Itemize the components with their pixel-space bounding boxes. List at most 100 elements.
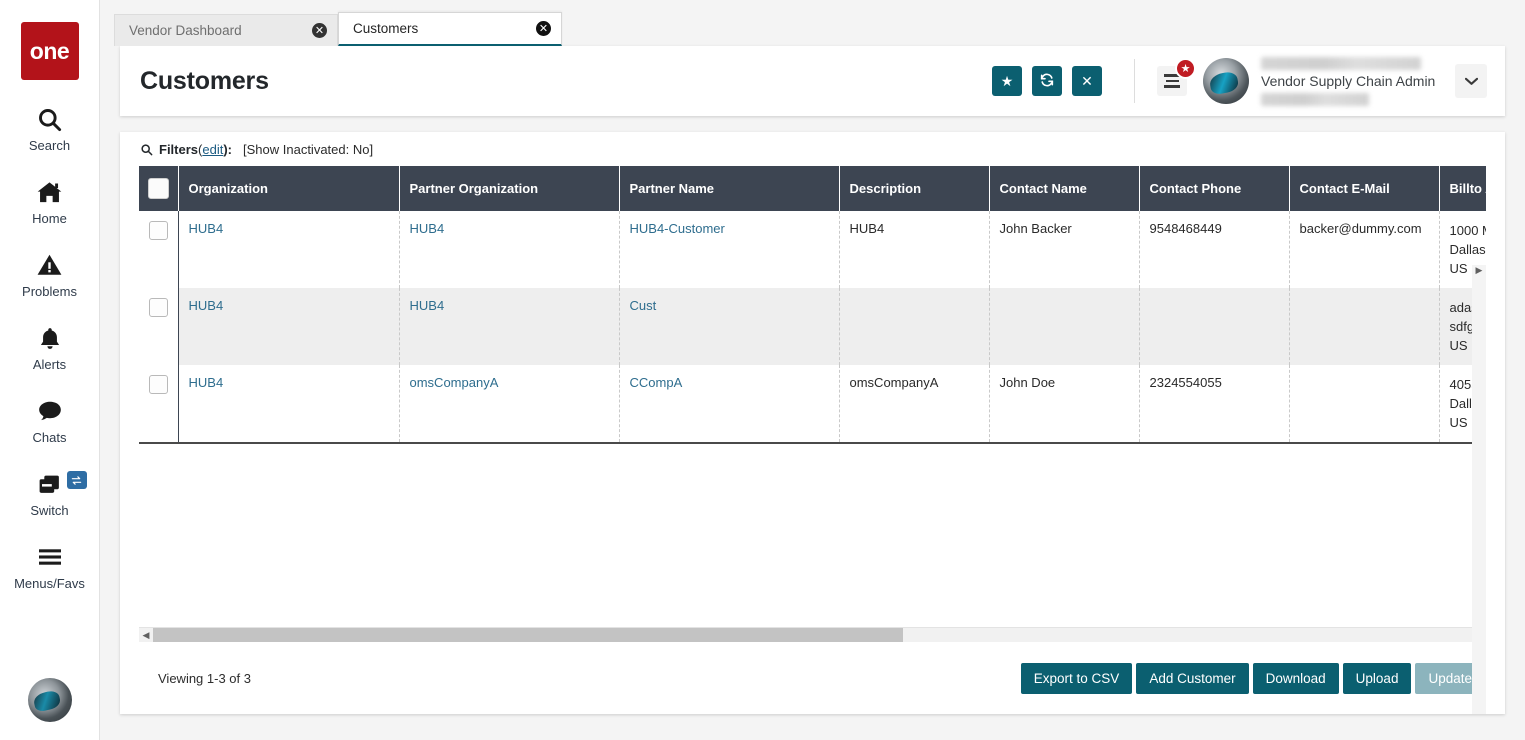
home-icon (35, 175, 64, 209)
row-checkbox[interactable] (148, 221, 168, 240)
scrollbar-thumb[interactable] (153, 628, 903, 642)
sidebar-item-search[interactable]: Search (0, 102, 100, 153)
add-customer-button[interactable]: Add Customer (1136, 662, 1249, 694)
customers-table: Organization Partner Organization Partne… (139, 166, 1486, 442)
sidebar-item-label: Problems (22, 284, 77, 299)
cell-organization: HUB4 (178, 288, 400, 365)
row-select-cell (139, 211, 179, 288)
cell-contact-phone: 9548468449 (1139, 211, 1290, 288)
upload-button[interactable]: Upload (1342, 662, 1412, 694)
tab-label: Customers (353, 21, 419, 36)
tab-vendor-dashboard[interactable]: Vendor Dashboard ✕ (114, 14, 338, 46)
download-button[interactable]: Download (1252, 662, 1339, 694)
table-row[interactable]: HUB4 HUB4 Cust adas sdfg, CT (139, 288, 1486, 365)
row-select-cell (139, 365, 179, 442)
cell-description: omsCompanyA (839, 365, 990, 442)
sidebar-item-label: Menus/Favs (14, 576, 85, 591)
sidebar-item-label: Switch (30, 503, 69, 518)
filters-summary: [Show Inactivated: No] (243, 141, 374, 157)
sidebar-item-label: Chats (32, 430, 67, 445)
column-header-description[interactable]: Description (839, 166, 990, 211)
star-icon: ★ (1000, 72, 1014, 89)
cell-description (839, 288, 990, 365)
column-header-partner-name[interactable]: Partner Name (619, 166, 840, 211)
close-icon: ✕ (1081, 72, 1093, 89)
avatar[interactable] (1203, 58, 1249, 104)
user-role: Vendor Supply Chain Admin (1261, 72, 1436, 89)
content-card: Filters (edit): [Show Inactivated: No] O… (120, 132, 1505, 714)
column-header-organization[interactable]: Organization (178, 166, 400, 211)
sidebar-item-menus-favs[interactable]: Menus/Favs (0, 540, 100, 591)
scroll-right-arrow[interactable]: ▶ (1472, 265, 1486, 714)
cell-contact-name: John Backer (989, 211, 1140, 288)
close-icon[interactable]: ✕ (536, 21, 551, 36)
user-info: Vendor Supply Chain Admin (1261, 56, 1449, 106)
partner-organization-link[interactable]: omsCompanyA (410, 375, 499, 390)
partner-organization-link[interactable]: HUB4 (410, 221, 445, 236)
logo-text: one (29, 37, 70, 64)
partner-name-link[interactable]: HUB4-Customer (630, 221, 725, 236)
cell-contact-email (1289, 288, 1440, 365)
one-network-logo[interactable]: one (20, 22, 79, 80)
select-all-checkbox[interactable] (147, 178, 169, 199)
favorites-menu-button[interactable]: ★ (1157, 58, 1196, 96)
user-menu-dropdown[interactable] (1455, 64, 1487, 98)
cell-partner-organization: HUB4 (399, 288, 620, 365)
swap-arrows-icon[interactable] (66, 471, 87, 489)
sidebar-item-home[interactable]: Home (0, 175, 100, 226)
search-icon (140, 143, 153, 156)
table-row[interactable]: HUB4 HUB4 HUB4-Customer HUB4 John Backer… (139, 211, 1486, 288)
data-table-scroll-viewport: Organization Partner Organization Partne… (139, 166, 1486, 442)
bell-icon (37, 321, 63, 355)
column-header-billto-address[interactable]: Billto Address (1439, 166, 1486, 211)
sidebar-item-alerts[interactable]: Alerts (0, 321, 100, 372)
sidebar-item-problems[interactable]: Problems (0, 248, 100, 299)
partner-name-link[interactable]: Cust (630, 298, 657, 313)
table-bottom-divider (139, 442, 1486, 444)
table-body: HUB4 HUB4 HUB4-Customer HUB4 John Backer… (139, 211, 1486, 442)
cell-partner-name: HUB4-Customer (619, 211, 840, 288)
export-to-csv-button[interactable]: Export to CSV (1020, 662, 1133, 694)
page-title: Customers (140, 66, 269, 95)
organization-link[interactable]: HUB4 (189, 298, 224, 313)
column-header-contact-name[interactable]: Contact Name (989, 166, 1140, 211)
scrollbar-track[interactable] (153, 628, 1472, 642)
viewing-count: Viewing 1-3 of 3 (158, 670, 251, 686)
refresh-button[interactable] (1032, 66, 1062, 96)
cell-contact-phone: 2324554055 (1139, 365, 1290, 442)
chat-bubble-icon (36, 394, 64, 428)
column-header-partner-organization[interactable]: Partner Organization (399, 166, 620, 211)
scroll-left-arrow[interactable]: ◀ (139, 630, 153, 641)
filters-edit-link[interactable]: edit (202, 142, 223, 157)
row-checkbox[interactable] (148, 298, 168, 317)
cell-description: HUB4 (839, 211, 990, 288)
sidebar-item-chats[interactable]: Chats (0, 394, 100, 445)
horizontal-scrollbar[interactable]: ◀ ▶ (139, 265, 1486, 714)
cell-partner-organization: omsCompanyA (399, 365, 620, 442)
row-select-cell (139, 288, 179, 365)
table-row[interactable]: HUB4 omsCompanyA CCompA omsCompanyA John… (139, 365, 1486, 442)
tab-customers[interactable]: Customers ✕ (338, 12, 562, 46)
column-header-contact-phone[interactable]: Contact Phone (1139, 166, 1290, 211)
cell-contact-email: backer@dummy.com (1289, 211, 1440, 288)
table-header: Organization Partner Organization Partne… (139, 166, 1486, 211)
hamburger-icon (36, 540, 64, 574)
address-line: 1000 M (1449, 223, 1487, 238)
sidebar-item-switch[interactable]: Switch (0, 467, 100, 518)
favorite-button[interactable]: ★ (992, 66, 1022, 96)
address-line: Dallas, T (1449, 242, 1487, 257)
partner-name-link[interactable]: CCompA (630, 375, 683, 390)
cell-contact-phone (1139, 288, 1290, 365)
column-header-contact-email[interactable]: Contact E-Mail (1289, 166, 1440, 211)
rail-avatar[interactable] (28, 678, 72, 722)
cell-organization: HUB4 (178, 211, 400, 288)
organization-link[interactable]: HUB4 (189, 221, 224, 236)
close-button[interactable]: ✕ (1072, 66, 1102, 96)
close-icon[interactable]: ✕ (312, 23, 327, 38)
partner-organization-link[interactable]: HUB4 (410, 298, 445, 313)
row-checkbox[interactable] (148, 375, 168, 394)
sidebar-item-label: Home (32, 211, 67, 226)
search-icon (36, 102, 63, 136)
warning-triangle-icon (36, 248, 63, 282)
organization-link[interactable]: HUB4 (189, 375, 224, 390)
